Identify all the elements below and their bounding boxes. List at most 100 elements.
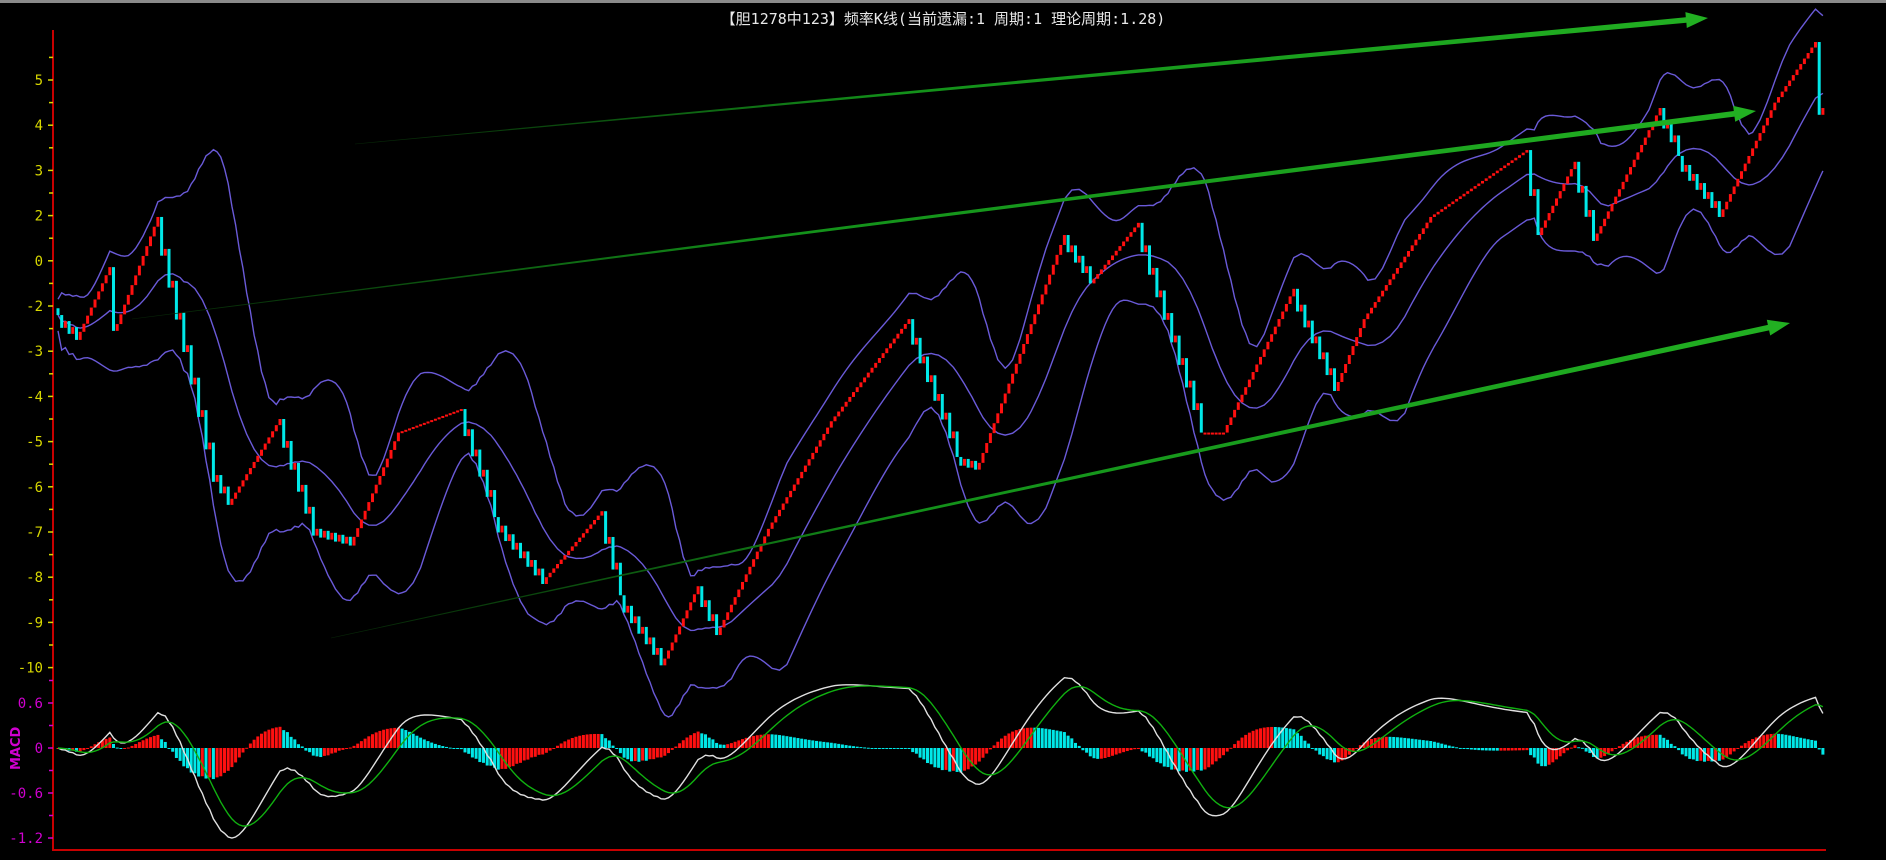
macd-histogram-bar: [1148, 748, 1151, 757]
candle-up: [1788, 80, 1792, 87]
macd-histogram-bar: [667, 748, 670, 754]
macd-histogram-bar: [1743, 743, 1747, 748]
macd-histogram-bar: [1654, 734, 1658, 748]
candle-up: [237, 486, 241, 493]
macd-histogram-bar: [271, 728, 275, 748]
macd-histogram-bar: [715, 742, 719, 748]
macd-histogram-bar: [1199, 748, 1203, 771]
candle-up: [1092, 278, 1096, 284]
candle-up: [1765, 117, 1769, 126]
macd-histogram-bar: [1518, 748, 1521, 751]
macd-histogram-bar: [1802, 738, 1806, 748]
candle-up: [937, 394, 941, 401]
macd-histogram-bar: [215, 748, 219, 778]
candle-up: [1362, 319, 1366, 329]
macd-histogram-bar: [900, 748, 904, 749]
candle-up: [1777, 97, 1780, 103]
macd-histogram-bar: [1658, 734, 1662, 748]
macd-histogram-bar: [126, 747, 130, 749]
candle-up: [1636, 152, 1640, 160]
candle-up: [1610, 203, 1614, 212]
candle-down: [56, 308, 60, 316]
candle-up: [378, 476, 382, 485]
candle-down: [1710, 192, 1714, 208]
macd-histogram-bar: [1307, 743, 1311, 748]
candle-up: [126, 294, 130, 305]
candle-up: [1436, 211, 1440, 215]
candle-up: [818, 440, 822, 447]
macd-histogram-bar: [174, 748, 178, 758]
macd-histogram-bar: [1525, 748, 1529, 751]
macd-histogram-bar: [892, 748, 896, 749]
candle-up: [1614, 196, 1618, 204]
macd-histogram-bar: [348, 747, 352, 749]
macd-histogram-bar: [1780, 734, 1784, 748]
candle-up: [1262, 349, 1266, 357]
macd-histogram-bar: [1614, 748, 1618, 749]
candle-down: [297, 462, 300, 492]
candle-up: [570, 546, 574, 551]
candle-up: [452, 411, 456, 414]
candle-up: [792, 484, 796, 491]
candle-up: [1407, 251, 1410, 257]
macd-histogram-bar: [285, 732, 289, 748]
candle-up: [1370, 307, 1373, 314]
candle-up: [1225, 424, 1229, 433]
macd-histogram-bar: [1318, 748, 1322, 755]
macd-histogram-bar: [1159, 748, 1163, 764]
candle-up: [1555, 198, 1558, 206]
candle-down: [940, 394, 944, 420]
candle-up: [422, 422, 426, 425]
candle-down: [1185, 358, 1188, 388]
macd-histogram-bar: [334, 748, 337, 753]
candle-up: [944, 412, 948, 420]
candle-up: [544, 577, 548, 584]
candle-up: [844, 401, 848, 407]
axes: 5 4 3 2 0 -2 -3 -4 -5 -6 -7 -8 -9 -10 0.6 0 -0.6 -1.2: [9, 30, 1826, 851]
macd-histogram-bar: [152, 735, 156, 748]
candle-down: [1177, 335, 1181, 365]
macd-histogram-bar: [704, 734, 707, 748]
candle-down: [630, 605, 633, 624]
candle-up: [685, 610, 689, 619]
candle-up: [430, 420, 434, 423]
candle-down: [511, 534, 515, 550]
macd-histogram-bar: [1118, 748, 1122, 754]
macd-histogram-bar: [1684, 748, 1688, 757]
candle-up: [267, 437, 271, 444]
macd-histogram-bar: [1688, 748, 1692, 759]
candle-up: [522, 551, 526, 559]
macd-histogram-bar: [552, 748, 556, 749]
macd-histogram-bar: [1225, 748, 1229, 752]
candle-down: [204, 410, 208, 450]
candle-up: [711, 614, 715, 622]
trend-arrow-bottom: [330, 319, 1790, 639]
candle-up: [1740, 171, 1743, 179]
macd-histogram-bar: [363, 738, 367, 748]
candle-down: [1817, 42, 1821, 115]
candle-up: [1543, 220, 1547, 228]
candle-up: [1440, 209, 1444, 212]
macd-histogram-bar: [241, 748, 245, 753]
macd-histogram-bar: [1691, 748, 1695, 760]
candle-up: [981, 452, 985, 463]
candle-up: [1432, 214, 1436, 217]
candle-up: [922, 356, 926, 364]
candle-down: [519, 542, 522, 559]
candle-up: [811, 452, 815, 460]
candle-up: [1392, 273, 1396, 280]
macd-histogram-bar: [689, 735, 693, 748]
macd-histogram-bar: [474, 748, 478, 759]
macd-histogram-bar: [1370, 739, 1373, 748]
macd-histogram-bar: [937, 748, 941, 768]
candle-up: [1014, 363, 1018, 374]
candle-down: [1296, 288, 1299, 312]
candle-down: [463, 409, 467, 437]
candle-up: [1643, 137, 1647, 145]
candle-up: [171, 280, 175, 288]
candle-up: [1273, 326, 1277, 335]
macd-histogram-bar: [533, 748, 537, 757]
macd-histogram-bar: [589, 734, 593, 748]
candle-up: [1133, 227, 1137, 233]
candle-down: [334, 532, 337, 542]
